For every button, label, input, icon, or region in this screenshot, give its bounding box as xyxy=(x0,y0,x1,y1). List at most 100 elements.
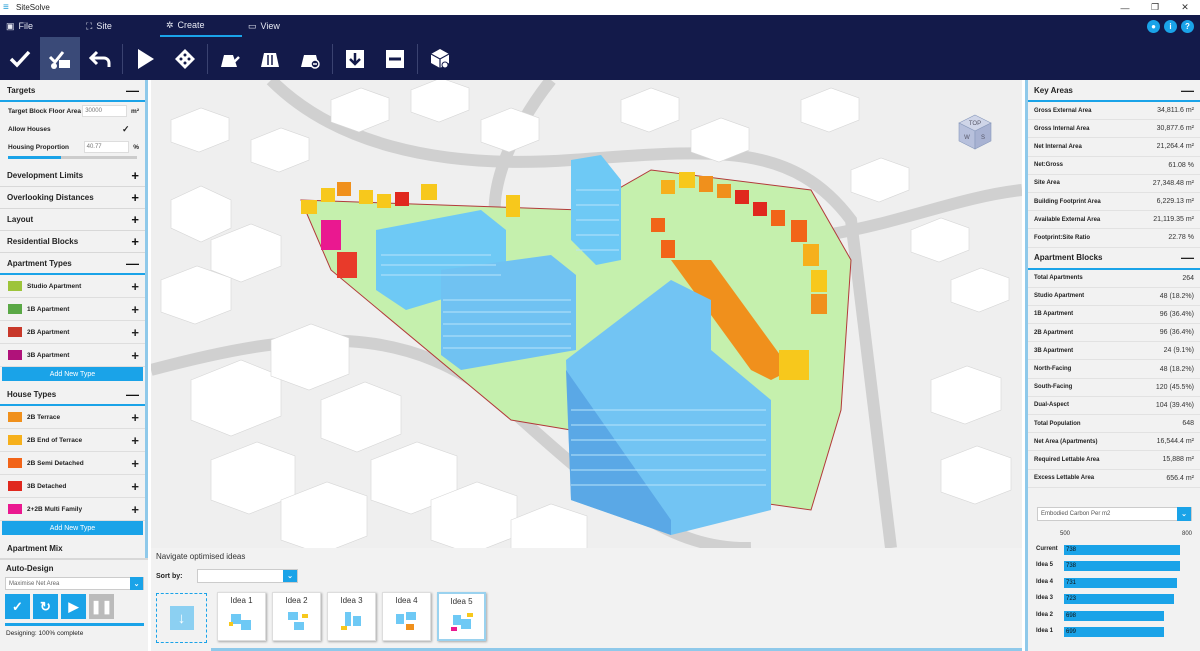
type-2plus2b-multi-family[interactable]: 2+2B Multi Family + xyxy=(0,498,145,521)
reset-button[interactable]: ↻ xyxy=(33,594,58,619)
expand-icon[interactable]: + xyxy=(131,433,139,448)
help-icon[interactable]: ? xyxy=(1181,19,1194,33)
randomize-button[interactable] xyxy=(165,37,205,80)
expand-icon[interactable]: + xyxy=(131,191,139,204)
expand-icon[interactable]: + xyxy=(131,479,139,494)
section-targets[interactable]: Targets — xyxy=(0,80,145,102)
pause-button[interactable]: ❚❚ xyxy=(89,594,114,619)
section-development-limits[interactable]: Development Limits + xyxy=(0,165,145,187)
accept-button[interactable] xyxy=(0,37,40,80)
menu-bar: ▣ File ⛶ Site ✲ Create ▭ View ● i ? xyxy=(0,15,1200,37)
expand-icon[interactable]: + xyxy=(131,169,139,182)
idea-card[interactable]: Idea 3 xyxy=(327,592,376,641)
color-swatch xyxy=(8,435,22,445)
user-icon[interactable]: ● xyxy=(1147,19,1160,33)
floor-area-input[interactable]: 30000 xyxy=(82,105,128,117)
metric-label: Footprint:Site Ratio xyxy=(1034,234,1090,241)
undo-button[interactable] xyxy=(80,37,120,80)
section-apartment-blocks[interactable]: Apartment Blocks — xyxy=(1028,248,1200,270)
expand-icon[interactable]: + xyxy=(131,213,139,226)
menu-view[interactable]: ▭ View xyxy=(242,15,322,37)
type-2b-end-of-terrace[interactable]: 2B End of Terrace + xyxy=(0,429,145,452)
info-icon[interactable]: i xyxy=(1164,19,1177,33)
color-swatch xyxy=(8,304,22,314)
idea-card-selected[interactable]: Idea 5 xyxy=(437,592,486,641)
apartment-block-row: Studio Apartment 48 (18.2%) xyxy=(1028,288,1200,306)
section-apartment-types[interactable]: Apartment Types — xyxy=(0,253,145,275)
minimize-button[interactable]: — xyxy=(1110,0,1140,15)
save-idea-button[interactable]: ↓ xyxy=(156,593,207,643)
expand-icon[interactable]: + xyxy=(131,302,139,317)
edit-buildings-button[interactable] xyxy=(210,37,250,80)
bar: 731 xyxy=(1064,577,1178,588)
menu-site[interactable]: ⛶ Site xyxy=(80,15,160,37)
section-residential-blocks[interactable]: Residential Blocks + xyxy=(0,231,145,253)
allow-houses-checkbox[interactable]: ✓ xyxy=(122,124,130,135)
metric-label: Total Population xyxy=(1034,420,1081,427)
metric-label: Available External Area xyxy=(1034,216,1101,223)
axis-max-label: 800 xyxy=(1182,531,1193,537)
edit-site-icon xyxy=(48,50,70,69)
maximize-button[interactable]: ❐ xyxy=(1140,0,1170,15)
section-apartment-mix[interactable]: Apartment Mix xyxy=(0,538,145,560)
collapse-icon[interactable]: — xyxy=(1181,83,1194,98)
collapse-icon[interactable]: — xyxy=(126,388,139,401)
expand-icon[interactable]: + xyxy=(131,410,139,425)
expand-icon[interactable]: + xyxy=(131,456,139,471)
remove-button[interactable] xyxy=(375,37,415,80)
viewcube-south[interactable]: S xyxy=(981,135,985,141)
metric-label: South-Facing xyxy=(1034,384,1073,391)
idea-card[interactable]: Idea 1 xyxy=(217,592,266,641)
menu-file[interactable]: ▣ File xyxy=(0,15,80,37)
add-apartment-type-button[interactable]: Add New Type xyxy=(2,367,143,381)
run-button[interactable]: ▶ xyxy=(61,594,86,619)
close-button[interactable]: ✕ xyxy=(1170,0,1200,15)
create-icon: ✲ xyxy=(166,19,174,30)
type-3b-apartment[interactable]: 3B Apartment + xyxy=(0,344,145,367)
confirm-button[interactable]: ✓ xyxy=(5,594,30,619)
expand-icon[interactable]: + xyxy=(131,348,139,363)
housing-proportion-slider[interactable] xyxy=(8,156,137,159)
expand-icon[interactable]: + xyxy=(131,279,139,294)
section-layout[interactable]: Layout + xyxy=(0,209,145,231)
auto-design-panel: Auto-Design Maximise Net Area ⌄ ✓ ↻ ▶ ❚❚ … xyxy=(0,558,148,651)
chevron-down-icon: ⌄ xyxy=(130,577,143,590)
color-swatch xyxy=(8,412,22,422)
collapse-icon[interactable]: — xyxy=(1181,250,1194,265)
type-2b-terrace[interactable]: 2B Terrace + xyxy=(0,406,145,429)
type-2b-semi-detached[interactable]: 2B Semi Detached + xyxy=(0,452,145,475)
add-buildings-button[interactable] xyxy=(250,37,290,80)
type-studio-apartment[interactable]: Studio Apartment + xyxy=(0,275,145,298)
type-2b-apartment[interactable]: 2B Apartment + xyxy=(0,321,145,344)
expand-icon[interactable]: + xyxy=(131,502,139,517)
viewcube-top[interactable]: TOP xyxy=(969,121,981,127)
download-button[interactable] xyxy=(335,37,375,80)
add-house-type-button[interactable]: Add New Type xyxy=(2,521,143,535)
objective-select[interactable]: Maximise Net Area ⌄ xyxy=(5,577,144,590)
3d-viewport[interactable]: TOP W S xyxy=(151,80,1022,548)
housing-proportion-input[interactable]: 40.77 xyxy=(83,141,130,153)
idea-card[interactable]: Idea 2 xyxy=(272,592,321,641)
play-button[interactable] xyxy=(125,37,165,80)
bar-label: Idea 2 xyxy=(1036,611,1054,618)
metric-select[interactable]: Embodied Carbon Per m2 ⌄ xyxy=(1037,507,1192,521)
select-block-button[interactable] xyxy=(420,37,460,80)
sort-select[interactable]: ⌄ xyxy=(197,569,298,583)
view-icon: ▭ xyxy=(248,20,257,31)
section-house-types[interactable]: House Types — xyxy=(0,384,145,406)
section-key-areas[interactable]: Key Areas — xyxy=(1028,80,1200,102)
section-overlooking-distances[interactable]: Overlooking Distances + xyxy=(0,187,145,209)
metric-label: Gross External Area xyxy=(1034,107,1092,114)
remove-buildings-button[interactable] xyxy=(290,37,330,80)
expand-icon[interactable]: + xyxy=(131,235,139,248)
collapse-icon[interactable]: — xyxy=(126,257,139,270)
edit-site-button[interactable] xyxy=(40,37,80,80)
expand-icon[interactable]: + xyxy=(131,325,139,340)
check-icon xyxy=(9,50,31,68)
menu-create[interactable]: ✲ Create xyxy=(160,15,242,37)
idea-card[interactable]: Idea 4 xyxy=(382,592,431,641)
viewcube-west[interactable]: W xyxy=(964,135,970,141)
type-1b-apartment[interactable]: 1B Apartment + xyxy=(0,298,145,321)
type-3b-detached[interactable]: 3B Detached + xyxy=(0,475,145,498)
collapse-icon[interactable]: — xyxy=(126,84,139,97)
